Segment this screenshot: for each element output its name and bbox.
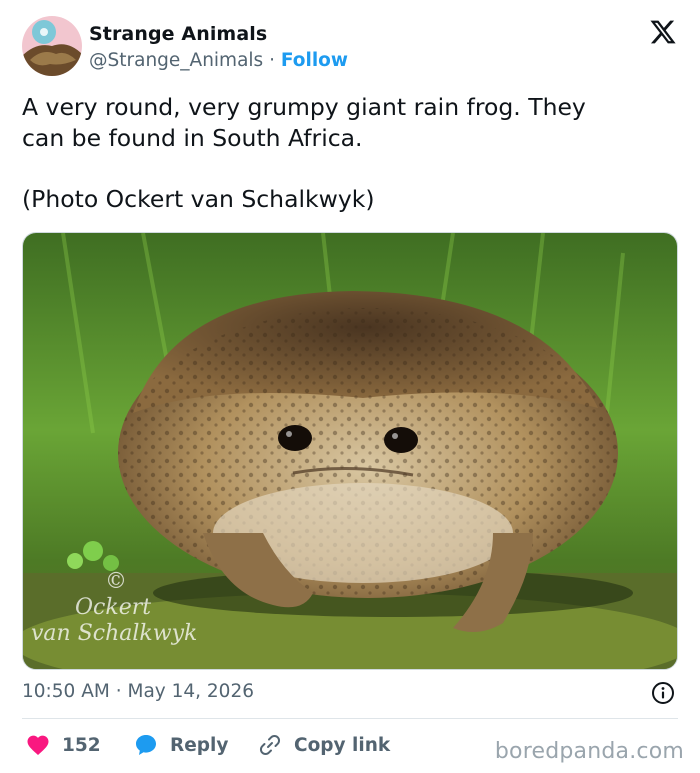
divider (22, 718, 678, 719)
copy-link-button[interactable]: Copy link (258, 728, 390, 762)
tweet-timestamp[interactable]: 10:50 AM · May 14, 2026 (22, 681, 254, 702)
tweet-text-line-2: can be found in South Africa. (22, 124, 363, 152)
tweet-actions: 152 Reply Copy link (22, 728, 462, 762)
tweet-text-line-3: (Photo Ockert van Schalkwyk) (22, 185, 375, 213)
speech-bubble-icon (136, 735, 156, 755)
separator-dot: · (269, 50, 275, 71)
tweet-photo[interactable]: © Ockert van Schalkwyk (22, 232, 678, 670)
timestamp-separator: · (115, 681, 122, 702)
account-handle[interactable]: @Strange_Animals (89, 50, 263, 71)
info-icon[interactable] (651, 681, 675, 705)
photo-watermark-line-1: Ockert (75, 595, 152, 620)
reply-button[interactable]: Reply (134, 728, 228, 762)
photo-watermark: © Ockert van Schalkwyk (31, 569, 197, 647)
x-logo-icon[interactable] (649, 18, 677, 46)
photo-watermark-line-2: van Schalkwyk (31, 621, 198, 646)
account-name[interactable]: Strange Animals (89, 23, 267, 45)
avatar[interactable] (22, 16, 82, 76)
heart-icon (27, 735, 49, 755)
tweet-text: A very round, very grumpy giant rain fro… (22, 92, 672, 215)
copy-link-label: Copy link (294, 734, 391, 756)
photo-watermark-symbol: © (105, 569, 127, 594)
link-icon (259, 734, 281, 756)
follow-button[interactable]: Follow (281, 50, 348, 71)
like-count: 152 (62, 734, 101, 756)
reply-label: Reply (170, 734, 229, 756)
tweet-text-line-1: A very round, very grumpy giant rain fro… (22, 93, 586, 121)
like-button[interactable]: 152 (26, 728, 101, 762)
tweet-time: 10:50 AM (22, 681, 110, 702)
tweet-date: May 14, 2026 (127, 681, 254, 702)
site-watermark: boredpanda.com (494, 739, 684, 764)
tweet-header: Strange Animals @Strange_Animals · Follo… (22, 16, 682, 78)
handle-line: @Strange_Animals · Follow (89, 50, 348, 71)
